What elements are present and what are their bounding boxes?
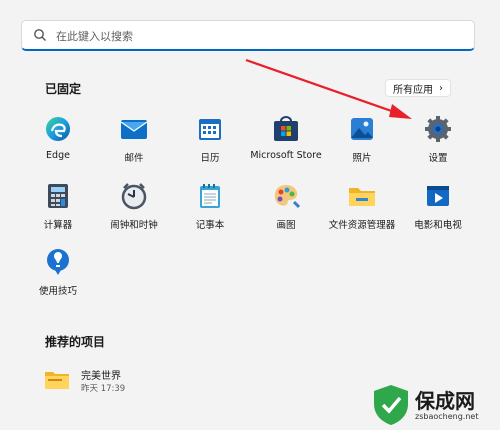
watermark-subtext: zsbaocheng.net xyxy=(415,412,479,421)
watermark-text: 保成网 xyxy=(415,389,475,413)
annotation-arrow xyxy=(245,58,412,119)
watermark-logo-icon xyxy=(372,384,410,426)
